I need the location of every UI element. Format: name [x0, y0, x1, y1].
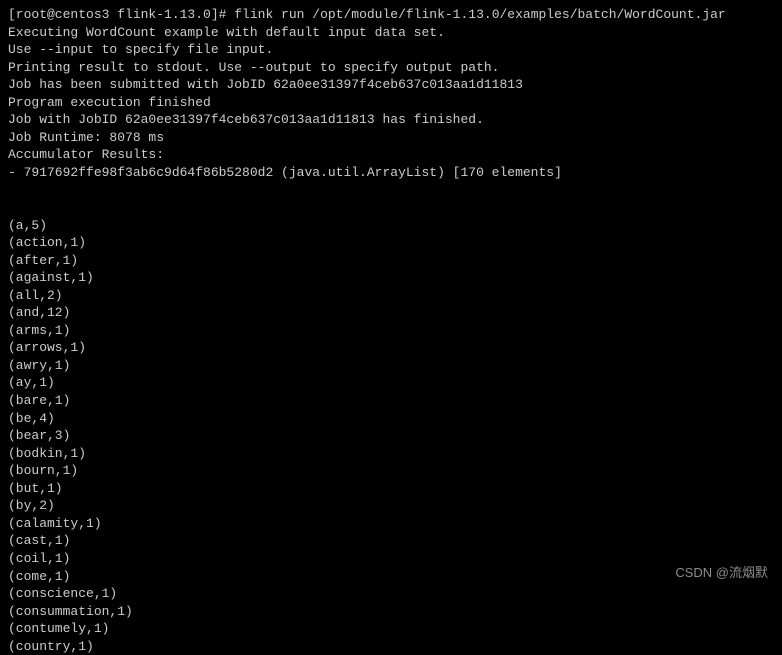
result-line: (be,4): [8, 410, 774, 428]
output-line: Accumulator Results:: [8, 146, 774, 164]
command-text: flink run /opt/module/flink-1.13.0/examp…: [234, 7, 725, 22]
blank-line: [8, 199, 774, 217]
output-line: Job with JobID 62a0ee31397f4ceb637c013aa…: [8, 111, 774, 129]
prompt-user-host: [root@centos3 flink-1.13.0]#: [8, 7, 226, 22]
result-line: (bare,1): [8, 392, 774, 410]
blank-line: [8, 181, 774, 199]
result-line: (country,1): [8, 638, 774, 655]
watermark-text: CSDN @流烟默: [675, 564, 768, 582]
result-line: (arrows,1): [8, 339, 774, 357]
result-line: (but,1): [8, 480, 774, 498]
result-line: (cast,1): [8, 532, 774, 550]
result-line: (and,12): [8, 304, 774, 322]
result-line: (conscience,1): [8, 585, 774, 603]
result-line: (awry,1): [8, 357, 774, 375]
output-line: Use --input to specify file input.: [8, 41, 774, 59]
output-line: Job has been submitted with JobID 62a0ee…: [8, 76, 774, 94]
result-line: (consummation,1): [8, 603, 774, 621]
output-line: Job Runtime: 8078 ms: [8, 129, 774, 147]
output-line: Printing result to stdout. Use --output …: [8, 59, 774, 77]
output-line: - 7917692ffe98f3ab6c9d64f86b5280d2 (java…: [8, 164, 774, 182]
result-line: (come,1): [8, 568, 774, 586]
result-line: (all,2): [8, 287, 774, 305]
output-line: Program execution finished: [8, 94, 774, 112]
result-line: (by,2): [8, 497, 774, 515]
result-line: (arms,1): [8, 322, 774, 340]
result-line: (ay,1): [8, 374, 774, 392]
result-line: (after,1): [8, 252, 774, 270]
result-line: (action,1): [8, 234, 774, 252]
result-line: (bourn,1): [8, 462, 774, 480]
result-line: (contumely,1): [8, 620, 774, 638]
result-line: (coil,1): [8, 550, 774, 568]
result-line: (bear,3): [8, 427, 774, 445]
output-line: Executing WordCount example with default…: [8, 24, 774, 42]
result-line: (a,5): [8, 217, 774, 235]
result-line: (bodkin,1): [8, 445, 774, 463]
result-line: (against,1): [8, 269, 774, 287]
result-line: (calamity,1): [8, 515, 774, 533]
prompt-line[interactable]: [root@centos3 flink-1.13.0]# flink run /…: [8, 6, 774, 24]
